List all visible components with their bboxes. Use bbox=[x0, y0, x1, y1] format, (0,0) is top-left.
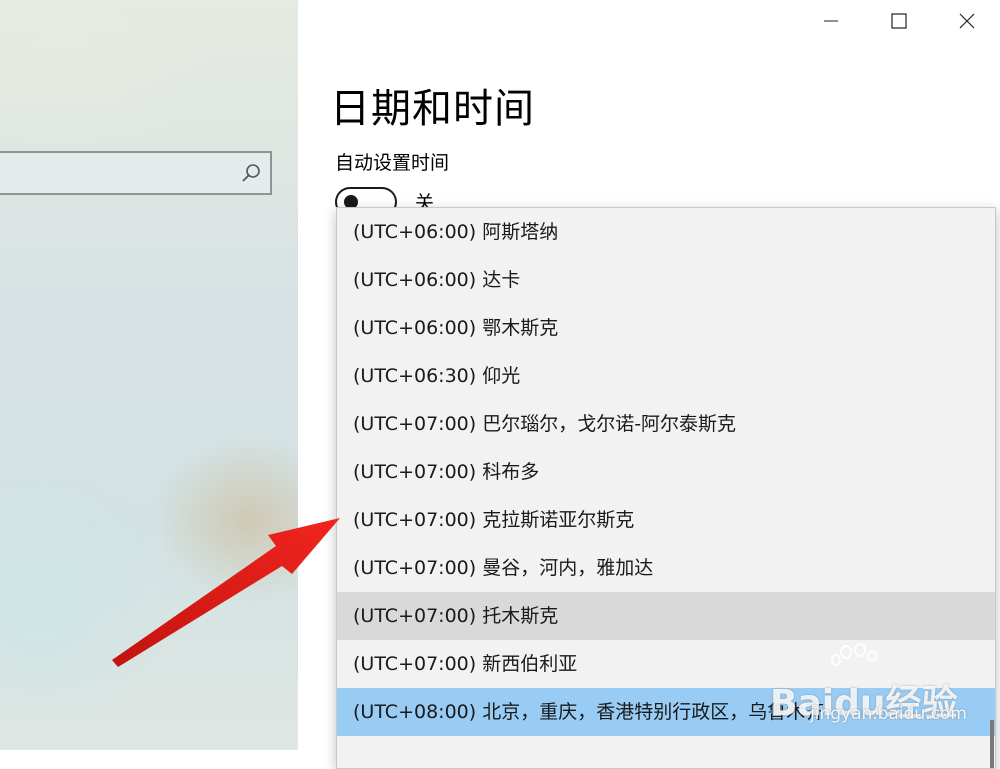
scrollbar[interactable] bbox=[989, 208, 995, 768]
maximize-icon bbox=[891, 13, 907, 29]
search-icon[interactable] bbox=[240, 162, 262, 184]
timezone-dropdown-list[interactable]: (UTC+06:00) 阿斯塔纳 (UTC+06:00) 达卡 (UTC+06:00… bbox=[336, 207, 996, 769]
close-icon bbox=[959, 13, 975, 29]
timezone-option[interactable]: (UTC+06:00) 达卡 bbox=[337, 256, 995, 304]
timezone-option[interactable]: (UTC+08:00) 北京，重庆，香港特别行政区，乌鲁木齐 bbox=[337, 688, 995, 736]
auto-time-label: 自动设置时间 bbox=[335, 152, 450, 174]
timezone-option[interactable]: (UTC+06:30) 仰光 bbox=[337, 352, 995, 400]
minimize-button[interactable] bbox=[798, 0, 864, 42]
timezone-option[interactable]: (UTC+07:00) 曼谷，河内，雅加达 bbox=[337, 544, 995, 592]
timezone-option[interactable]: (UTC+07:00) 克拉斯诺亚尔斯克 bbox=[337, 496, 995, 544]
timezone-option[interactable]: (UTC+07:00) 托木斯克 bbox=[337, 592, 995, 640]
timezone-option[interactable]: (UTC+07:00) 新西伯利亚 bbox=[337, 640, 995, 688]
timezone-option[interactable]: (UTC+07:00) 科布多 bbox=[337, 448, 995, 496]
search-input[interactable] bbox=[0, 151, 272, 195]
maximize-button[interactable] bbox=[866, 0, 932, 42]
timezone-option[interactable]: (UTC+06:00) 阿斯塔纳 bbox=[337, 208, 995, 256]
background-panel bbox=[0, 0, 298, 750]
page-title: 日期和时间 bbox=[330, 86, 535, 132]
timezone-option[interactable]: (UTC+06:00) 鄂木斯克 bbox=[337, 304, 995, 352]
scroll-thumb[interactable] bbox=[990, 720, 994, 768]
close-button[interactable] bbox=[934, 0, 1000, 42]
timezone-option[interactable]: (UTC+07:00) 巴尔瑙尔，戈尔诺-阿尔泰斯克 bbox=[337, 400, 995, 448]
minimize-icon bbox=[824, 20, 838, 22]
